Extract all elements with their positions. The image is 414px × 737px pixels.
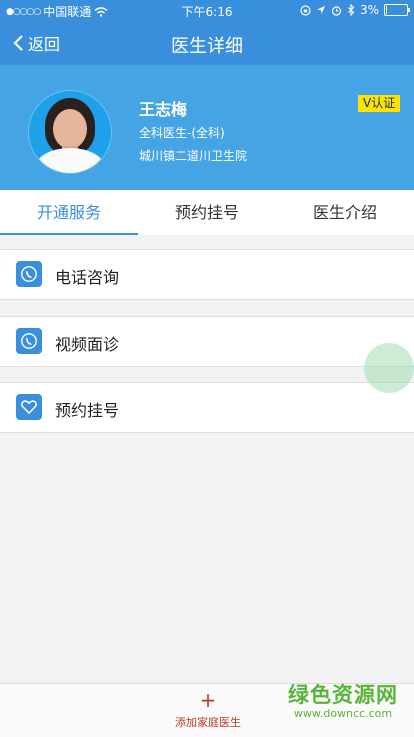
service-label: 电话咨询 [55,268,120,287]
watermark: 绿色资源网 www.downcc.com [278,683,408,721]
rotation-lock-icon [300,4,311,16]
nav-bar: 返回 医生详细 [0,20,414,65]
touch-indicator [364,343,414,393]
service-label: 预约挂号 [55,401,120,420]
alarm-icon [331,5,342,16]
location-icon [316,6,325,14]
status-bar: ●○○○○ 中国联通 下午6:16 3% [0,0,414,20]
service-phone-consult[interactable]: 电话咨询 [0,249,414,300]
service-appointment[interactable]: 预约挂号 [0,382,414,433]
tab-bar: 开通服务 预约挂号 医生介绍 [0,190,414,235]
plus-icon: + [199,688,217,712]
battery-percent: 3% [359,3,379,17]
doctor-hospital: 城川镇二道川卫生院 [139,149,248,163]
watermark-title: 绿色资源网 [288,683,398,707]
tab-doctor-intro[interactable]: 医生介绍 [276,190,414,235]
tab-appointment[interactable]: 预约挂号 [138,190,276,235]
bluetooth-icon [348,4,355,16]
add-family-doctor-label: 添加家庭医生 [175,716,241,729]
phone-icon [16,328,42,354]
page-title: 医生详细 [171,36,243,57]
battery-fill [386,6,387,14]
heart-icon [16,394,42,420]
battery-icon [384,4,410,16]
avatar-face [53,109,87,149]
tab-indicator [0,233,138,235]
add-family-doctor-button[interactable]: + 添加家庭医生 [168,690,248,730]
watermark-url: www.downcc.com [293,707,393,720]
doctor-department: 全科医生-(全科) [139,126,225,140]
phone-icon [16,261,42,287]
service-label: 视频面诊 [55,335,120,354]
avatar-coat [35,148,105,173]
tab-services[interactable]: 开通服务 [0,190,138,235]
service-video-consult[interactable]: 视频面诊 [0,316,414,367]
verified-badge: V认证 [358,95,401,112]
doctor-name: 王志梅 [139,100,188,119]
doctor-avatar [28,90,112,174]
doctor-profile: 王志梅 全科医生-(全科) 城川镇二道川卫生院 V认证 [0,65,414,190]
status-right: 3% [300,3,410,17]
